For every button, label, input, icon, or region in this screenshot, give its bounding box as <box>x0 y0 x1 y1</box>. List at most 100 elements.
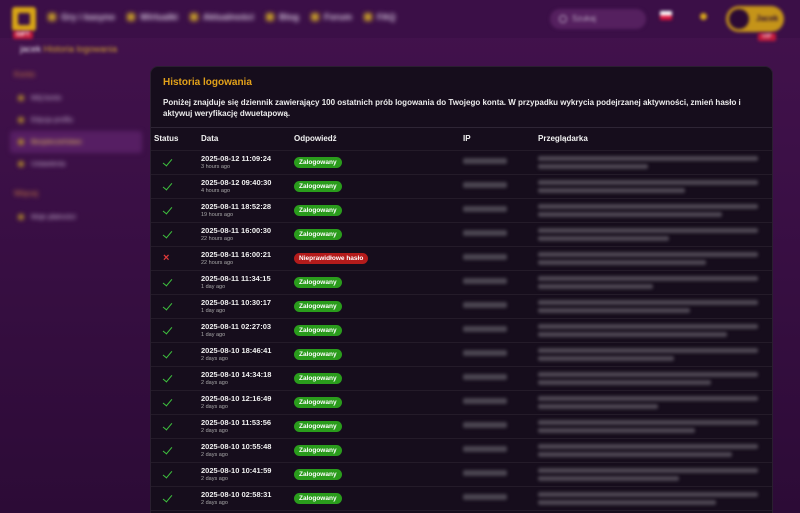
column-response: Odpowiedź <box>294 134 337 143</box>
logo-badge: GIFT <box>13 31 33 39</box>
login-relative-time: 3 hours ago <box>201 164 231 170</box>
checkmark-icon <box>163 181 175 191</box>
login-date: 2025-08-10 10:41:59 <box>201 466 272 475</box>
checkmark-icon <box>163 445 175 455</box>
login-history-panel: Historia logowania Poniżej znajduje się … <box>150 66 773 513</box>
status-badge-success: Zalogowany <box>294 493 342 504</box>
user-agent-redacted <box>538 236 669 241</box>
checkmark-icon <box>163 469 175 479</box>
ip-address-redacted <box>463 422 507 428</box>
nav-item-faq[interactable]: FAQ <box>363 12 396 22</box>
edit-icon <box>18 117 24 123</box>
breadcrumb-page: Historia logowania <box>43 44 118 54</box>
status-badge-success: Zalogowany <box>294 445 342 456</box>
ip-address-redacted <box>463 206 507 212</box>
page-title: Historia logowania <box>163 77 252 88</box>
account-sidebar: Konto Mój konto Edycja profilu Bezpiecze… <box>10 68 142 228</box>
status-badge-success: Zalogowany <box>294 397 342 408</box>
ip-address-redacted <box>463 446 507 452</box>
user-agent-redacted <box>538 308 690 313</box>
user-agent-redacted <box>538 396 758 401</box>
table-row: 2025-08-11 10:30:17 1 day ago Zalogowany <box>151 294 772 318</box>
login-relative-time: 22 hours ago <box>201 236 234 242</box>
sidebar-section-account: Konto <box>14 70 35 79</box>
table-row: 2025-08-11 02:27:03 1 day ago Zalogowany <box>151 318 772 342</box>
sidebar-item-my-account[interactable]: Mój konto <box>10 87 142 109</box>
user-agent-redacted <box>538 444 758 449</box>
login-date: 2025-08-11 10:30:17 <box>201 298 272 307</box>
language-flag-icon[interactable] <box>660 11 672 20</box>
breadcrumb: jacek Historia logowania <box>20 44 117 54</box>
ip-address-redacted <box>463 494 507 500</box>
login-date: 2025-08-11 16:00:21 <box>201 250 272 259</box>
user-menu-button[interactable]: Jacek <box>726 6 784 32</box>
table-row: 2025-08-10 18:46:41 2 days ago Zalogowany <box>151 342 772 366</box>
sidebar-item-settings[interactable]: Ustawienia <box>10 153 142 175</box>
nav-item-news[interactable]: Aktualności <box>189 12 254 22</box>
login-date: 2025-08-10 14:34:18 <box>201 370 272 379</box>
user-agent-redacted <box>538 276 758 281</box>
checkmark-icon <box>163 157 175 167</box>
status-badge-success: Zalogowany <box>294 349 342 360</box>
nav-item-games[interactable]: Gry i kasyno <box>48 12 115 22</box>
ip-address-redacted <box>463 254 507 260</box>
ip-address-redacted <box>463 398 507 404</box>
search-input[interactable]: Szukaj <box>550 9 646 29</box>
user-agent-redacted <box>538 420 758 425</box>
login-relative-time: 2 days ago <box>201 356 228 362</box>
sidebar-item-edit-profile[interactable]: Edycja profilu <box>10 109 142 131</box>
nav-item-virtuals[interactable]: Wirtualki <box>127 12 178 22</box>
wallet-icon <box>18 214 24 220</box>
user-agent-redacted <box>538 468 758 473</box>
user-agent-redacted <box>538 164 648 169</box>
status-badge-success: Zalogowany <box>294 157 342 168</box>
login-date: 2025-08-11 16:00:30 <box>201 226 272 235</box>
checkmark-icon <box>163 325 175 335</box>
table-row: 2025-08-11 18:52:28 19 hours ago Zalogowan… <box>151 198 772 222</box>
nav-item-forum[interactable]: Forum <box>310 12 352 22</box>
status-badge-success: Zalogowany <box>294 301 342 312</box>
nav-item-blog[interactable]: Blog <box>265 12 299 22</box>
status-badge-success: Zalogowany <box>294 229 342 240</box>
status-badge-success: Zalogowany <box>294 277 342 288</box>
faq-icon <box>363 13 372 21</box>
user-agent-redacted <box>538 188 685 193</box>
user-agent-redacted <box>538 300 758 305</box>
breadcrumb-user[interactable]: jacek <box>20 44 41 54</box>
user-agent-redacted <box>538 156 758 161</box>
sidebar-item-security[interactable]: Bezpieczeństwo <box>10 131 142 153</box>
ip-address-redacted <box>463 470 507 476</box>
table-row: 2025-08-10 11:53:56 2 days ago Zalogowany <box>151 414 772 438</box>
user-agent-redacted <box>538 332 727 337</box>
column-status: Status <box>154 134 179 143</box>
site-logo[interactable] <box>12 7 36 31</box>
table-row: 2025-08-10 10:41:59 2 days ago Zalogowany <box>151 462 772 486</box>
login-relative-time: 2 days ago <box>201 380 228 386</box>
ip-address-redacted <box>463 326 507 332</box>
user-agent-redacted <box>538 260 706 265</box>
table-row: × 2025-08-11 16:00:21 22 hours ago Nieprawi… <box>151 246 772 270</box>
login-relative-time: 1 day ago <box>201 308 226 314</box>
ip-address-redacted <box>463 374 507 380</box>
cross-icon: × <box>163 252 170 264</box>
login-date: 2025-08-10 12:16:49 <box>201 394 272 403</box>
status-badge-success: Zalogowany <box>294 421 342 432</box>
checkmark-icon <box>163 397 175 407</box>
table-row: 2025-08-10 14:34:18 2 days ago Zalogowany <box>151 366 772 390</box>
panel-description: Poniżej znajduje się dziennik zawierając… <box>163 98 741 118</box>
dice-icon <box>127 13 136 21</box>
user-agent-redacted <box>538 500 716 505</box>
notification-bell-icon[interactable] <box>700 13 707 20</box>
user-agent-redacted <box>538 428 695 433</box>
user-agent-redacted <box>538 404 658 409</box>
user-icon <box>18 95 24 101</box>
user-agent-redacted <box>538 180 758 185</box>
login-date: 2025-08-10 10:55:48 <box>201 442 272 451</box>
ip-address-redacted <box>463 278 507 284</box>
sidebar-item-payments[interactable]: Moje płatności <box>10 206 142 228</box>
column-browser: Przeglądarka <box>538 134 588 143</box>
login-relative-time: 2 days ago <box>201 452 228 458</box>
checkmark-icon <box>163 373 175 383</box>
login-date: 2025-08-10 11:53:56 <box>201 418 272 427</box>
status-badge-success: Zalogowany <box>294 469 342 480</box>
